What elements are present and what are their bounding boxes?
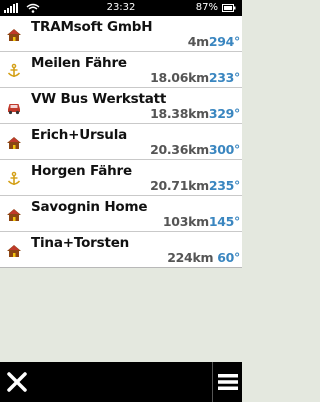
bottom-toolbar [0, 362, 242, 402]
house-icon [7, 137, 21, 149]
waypoint-list: TRAMsoft GmbH 4m294° Meilen Fähre 18.06k… [0, 16, 242, 268]
waypoint-name: VW Bus Werkstatt [31, 91, 167, 107]
waypoint-distance: 20.71km [150, 178, 209, 193]
house-icon [7, 245, 21, 257]
waypoint-meta: 18.38km329° [150, 103, 240, 122]
waypoint-meta: 4m294° [187, 31, 241, 50]
waypoint-distance: 224km [167, 250, 214, 265]
waypoint-name: Erich+Ursula [31, 127, 128, 143]
status-bar: 23:32 87% [0, 0, 242, 16]
waypoint-distance: 4m [187, 34, 209, 49]
waypoint-bearing: 60° [213, 250, 240, 265]
waypoint-bearing: 233° [208, 70, 240, 85]
list-item[interactable]: Meilen Fähre 18.06km233° [0, 52, 242, 88]
anchor-icon [7, 63, 21, 77]
waypoint-distance: 18.06km [150, 70, 209, 85]
waypoint-meta: 103km145° [163, 211, 240, 230]
waypoint-name: Tina+Torsten [31, 235, 130, 251]
waypoint-name: Horgen Fähre [31, 163, 132, 179]
waypoint-meta: 224km 60° [167, 247, 240, 266]
close-icon [7, 372, 27, 392]
waypoint-name: Savognin Home [31, 199, 148, 215]
anchor-icon [7, 171, 21, 185]
waypoint-bearing: 300° [208, 142, 240, 157]
waypoint-distance: 18.38km [150, 106, 209, 121]
close-button[interactable] [0, 362, 34, 402]
waypoint-bearing: 145° [208, 214, 240, 229]
house-icon [7, 29, 21, 41]
waypoint-meta: 18.06km233° [150, 67, 240, 86]
battery-icon [222, 4, 236, 12]
waypoint-bearing: 294° [208, 34, 240, 49]
waypoint-distance: 20.36km [150, 142, 209, 157]
list-item[interactable]: Erich+Ursula 20.36km300° [0, 124, 242, 160]
list-item[interactable]: VW Bus Werkstatt 18.38km329° [0, 88, 242, 124]
car-icon [8, 104, 20, 115]
battery-percent: 87% [195, 2, 218, 13]
waypoint-bearing: 329° [208, 106, 240, 121]
waypoint-name: TRAMsoft GmbH [31, 19, 153, 35]
waypoint-meta: 20.36km300° [150, 139, 240, 158]
waypoint-bearing: 235° [208, 178, 240, 193]
waypoint-meta: 20.71km235° [150, 175, 240, 194]
list-item[interactable]: Savognin Home 103km145° [0, 196, 242, 232]
menu-button[interactable] [212, 362, 242, 402]
menu-icon [217, 374, 238, 390]
list-item[interactable]: TRAMsoft GmbH 4m294° [0, 16, 242, 52]
waypoint-name: Meilen Fähre [31, 55, 127, 71]
list-item[interactable]: Tina+Torsten 224km 60° [0, 232, 242, 268]
list-item[interactable]: Horgen Fähre 20.71km235° [0, 160, 242, 196]
waypoint-distance: 103km [162, 214, 209, 229]
house-icon [7, 209, 21, 221]
